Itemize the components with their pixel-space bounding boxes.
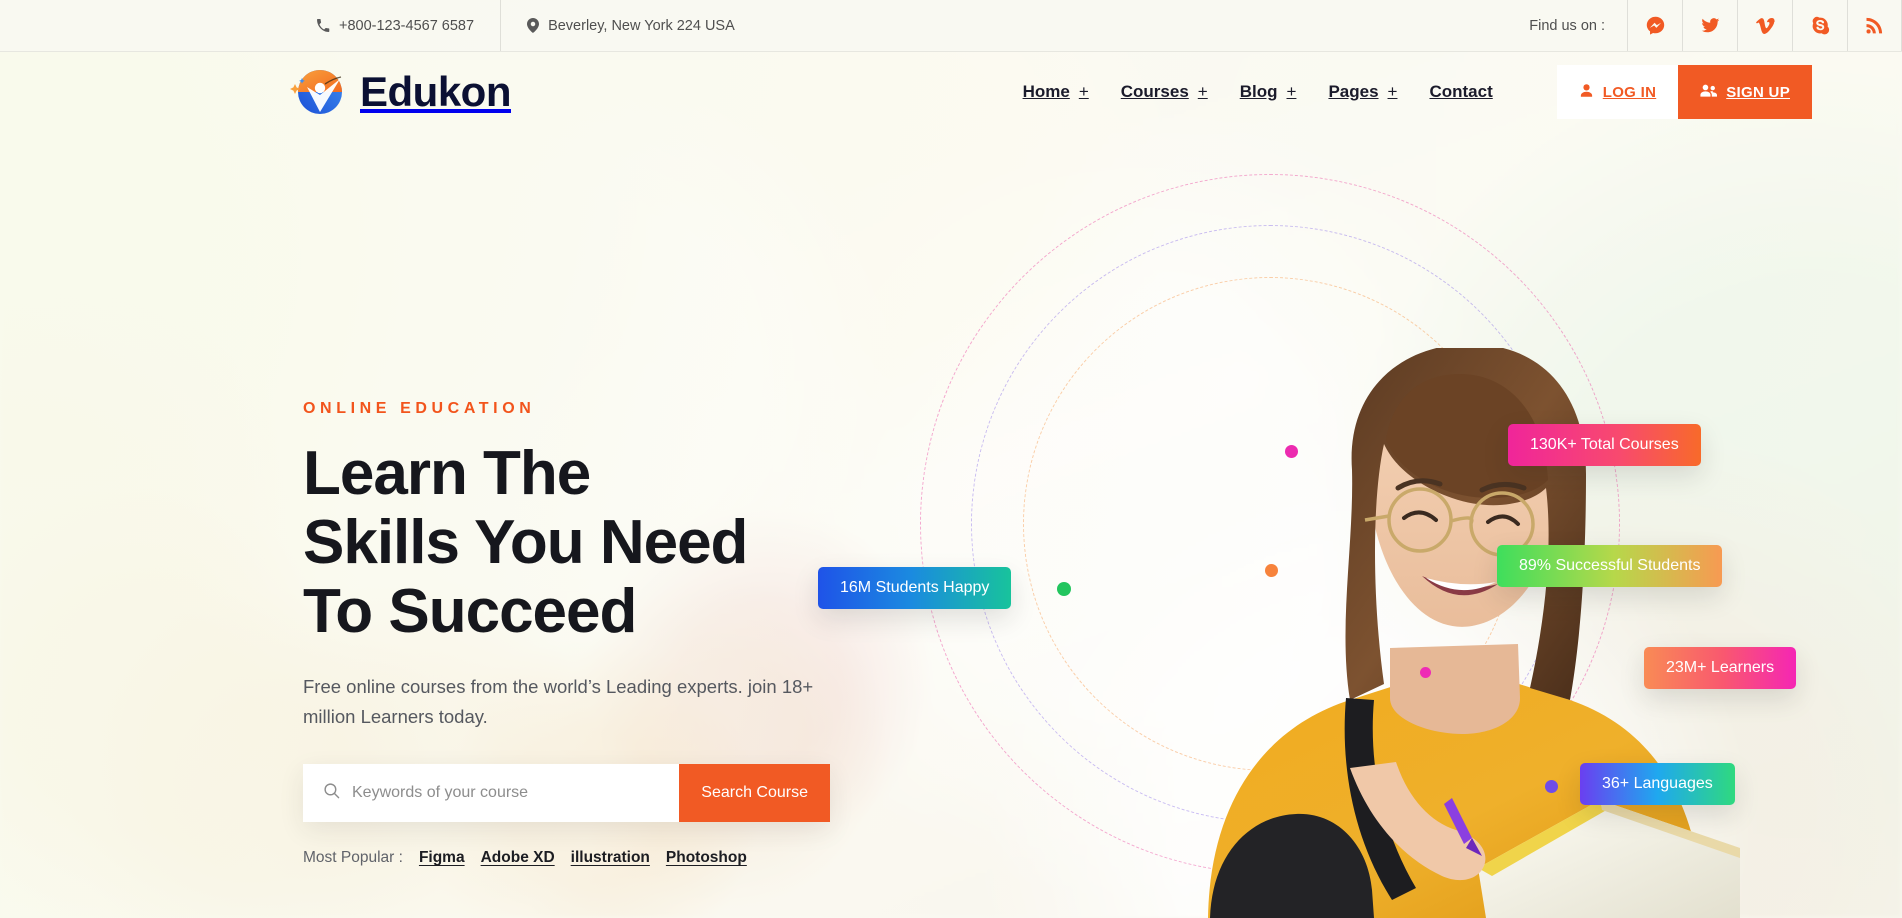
logo-mark-icon — [290, 64, 346, 120]
skype-icon[interactable] — [1792, 0, 1847, 51]
top-bar: +800-123-4567 6587 Beverley, New York 22… — [0, 0, 1902, 52]
login-label: LOG IN — [1602, 83, 1657, 101]
phone-icon — [316, 18, 330, 33]
search-input[interactable] — [352, 784, 680, 803]
nav-item-home[interactable]: Home + — [1007, 82, 1105, 102]
popular-link-figma[interactable]: Figma — [419, 849, 465, 867]
nav-item-contact[interactable]: Contact — [1413, 82, 1508, 102]
hero-visual: 16M Students Happy 130K+ Total Courses 8… — [818, 132, 1902, 918]
search-field[interactable] — [303, 764, 680, 822]
top-bar-left: +800-123-4567 6587 Beverley, New York 22… — [290, 0, 761, 51]
users-icon — [1700, 83, 1718, 102]
landing-page: +800-123-4567 6587 Beverley, New York 22… — [0, 0, 1902, 918]
badge-label: 36+ Languages — [1602, 775, 1713, 792]
phone-number: +800-123-4567 6587 — [339, 17, 475, 34]
search-course-button[interactable]: Search Course — [679, 764, 830, 823]
twitter-icon[interactable] — [1682, 0, 1737, 51]
plus-icon: + — [1078, 82, 1089, 101]
accent-dot-orange — [1265, 564, 1278, 577]
badge-label: 23M+ Learners — [1666, 659, 1775, 676]
accent-dot-magenta — [1420, 667, 1431, 678]
nav-item-pages[interactable]: Pages + — [1312, 82, 1413, 102]
badge-label: 89% Successful Students — [1519, 557, 1701, 574]
accent-dot-purple — [1545, 780, 1558, 793]
phone-contact[interactable]: +800-123-4567 6587 — [290, 0, 500, 51]
nav-label: Home — [1022, 82, 1070, 101]
badge-languages: 36+ Languages — [1580, 763, 1735, 805]
hero-headline: Learn The Skills You Need To Succeed — [303, 439, 863, 646]
signup-button[interactable]: SIGN UP — [1678, 65, 1812, 119]
badge-label: 130K+ Total Courses — [1530, 436, 1679, 453]
nav-label: Blog — [1239, 82, 1278, 101]
badge-total-courses: 130K+ Total Courses — [1508, 424, 1701, 466]
hero-section: ONLINE EDUCATION Learn The Skills You Ne… — [0, 132, 1902, 918]
accent-dot-green — [1057, 582, 1071, 596]
messenger-icon[interactable] — [1627, 0, 1682, 51]
location-pin-icon — [527, 18, 540, 33]
top-bar-right: Find us on : — [1507, 0, 1902, 51]
hero-copy: ONLINE EDUCATION Learn The Skills You Ne… — [303, 400, 863, 867]
most-popular-label: Most Popular : — [303, 849, 403, 867]
popular-link-illustration[interactable]: illustration — [571, 849, 650, 867]
user-icon — [1579, 83, 1594, 102]
search-icon — [323, 782, 340, 804]
rss-icon[interactable] — [1847, 0, 1902, 51]
headline-line-1: Learn The — [303, 439, 591, 508]
site-header: Edukon Home + Courses + Blog + Pages + C… — [0, 52, 1902, 132]
nav-label: Contact — [1429, 82, 1493, 101]
address-text: Beverley, New York 224 USA — [548, 17, 735, 34]
address-contact[interactable]: Beverley, New York 224 USA — [500, 0, 761, 51]
logo[interactable]: Edukon — [290, 64, 512, 120]
logo-text: Edukon — [360, 68, 512, 115]
popular-link-adobe-xd[interactable]: Adobe XD — [481, 849, 555, 867]
nav-item-blog[interactable]: Blog + — [1224, 82, 1313, 102]
find-us-label: Find us on : — [1529, 17, 1605, 34]
headline-line-3: To Succeed — [303, 576, 637, 646]
badge-students-happy: 16M Students Happy — [818, 567, 1012, 609]
plus-icon: + — [1286, 82, 1297, 101]
hero-eyebrow: ONLINE EDUCATION — [303, 400, 536, 417]
plus-icon: + — [1197, 82, 1208, 101]
badge-learners: 23M+ Learners — [1644, 647, 1797, 689]
popular-link-photoshop[interactable]: Photoshop — [666, 849, 747, 867]
login-button[interactable]: LOG IN — [1556, 65, 1679, 119]
badge-label: 16M Students Happy — [840, 579, 990, 596]
nav-label: Pages — [1328, 82, 1379, 101]
main-navigation: Home + Courses + Blog + Pages + Contact — [1007, 82, 1509, 102]
course-search-bar: Search Course — [303, 764, 830, 823]
signup-label: SIGN UP — [1726, 83, 1790, 101]
auth-buttons: LOG IN SIGN UP — [1556, 65, 1812, 119]
accent-dot-pink — [1285, 445, 1298, 458]
most-popular: Most Popular : Figma Adobe XD illustrati… — [303, 849, 863, 867]
badge-successful-students: 89% Successful Students — [1497, 545, 1723, 587]
headline-line-2: Skills You Need — [303, 507, 748, 577]
plus-icon: + — [1387, 82, 1398, 101]
vimeo-icon[interactable] — [1737, 0, 1792, 51]
hero-subcopy: Free online courses from the world’s Lea… — [303, 676, 814, 728]
nav-item-courses[interactable]: Courses + — [1105, 82, 1224, 102]
nav-label: Courses — [1120, 82, 1189, 101]
